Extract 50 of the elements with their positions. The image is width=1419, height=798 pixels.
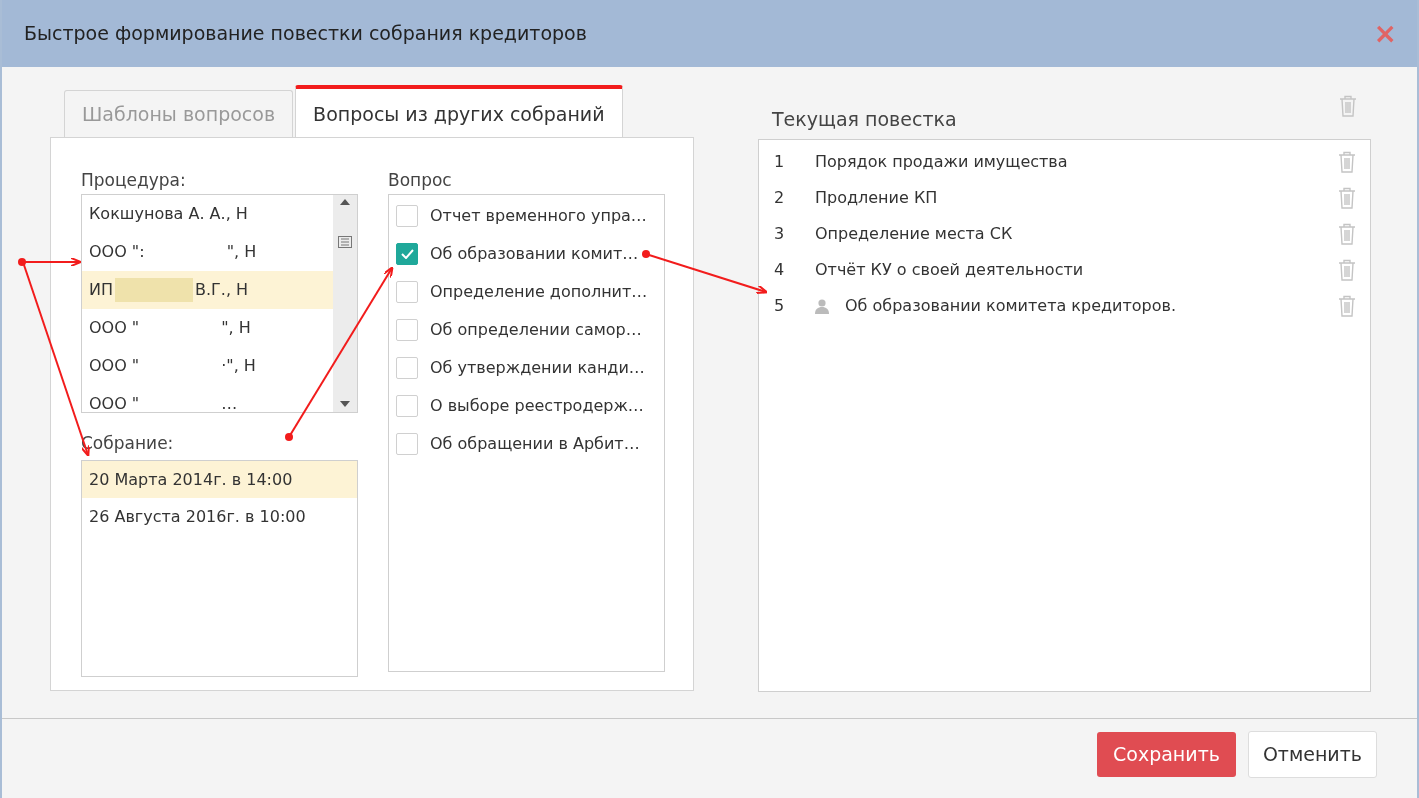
checkbox-label: Определение дополнит… [430,280,648,303]
checkbox[interactable] [396,394,418,417]
item-number: 5 [774,295,786,317]
trash-icon[interactable] [1338,223,1356,245]
list-item[interactable]: 20 Марта 2014г. в 14:00 [82,461,357,498]
trash-icon[interactable] [1338,187,1356,209]
trash-icon[interactable] [1338,151,1356,173]
tab[interactable]: Вопросы из других собраний [295,84,623,137]
agenda-item-text: Отчёт КУ о своей деятельности [815,259,1085,281]
scrollbar[interactable] [333,194,357,412]
scroll-up-arrow-icon[interactable] [340,198,350,205]
item-number: 4 [774,259,786,281]
cancel-button[interactable]: Отменить [1247,731,1377,778]
agenda-item-text: Об образовании комитета кредиторов. [845,295,1178,317]
save-button[interactable]: Сохранить [1097,732,1236,777]
person-icon [815,298,829,314]
window-title: Быстрое формирование повестки собрания кредиторов [24,21,587,47]
checkbox[interactable] [396,356,418,379]
checkbox[interactable] [396,318,418,341]
checkbox-label: Об определении самор… [430,318,642,341]
checkbox[interactable] [396,432,418,455]
scroll-thumb-icon[interactable] [338,236,352,249]
check-icon [400,248,414,259]
field-label: Вопрос [388,169,453,192]
checkbox[interactable] [396,204,418,227]
item-number: 1 [774,151,786,173]
checkbox-label: Об обращении в Арбит… [430,432,640,455]
agenda-item-text: Порядок продажи имущества [815,151,1069,173]
checkbox-label: О выборе реестродерж… [430,394,644,417]
scroll-down-arrow-icon[interactable] [340,401,350,408]
list-item[interactable]: ООО " ·", Н [82,346,333,385]
trash-icon[interactable] [1338,295,1356,317]
list-item[interactable]: ООО " … [82,384,333,423]
list-item[interactable]: 26 Августа 2016г. в 10:00 [82,498,357,535]
list-item[interactable]: ООО ": ", Н [82,232,333,271]
list-item[interactable]: Кокшунова А. А., Н [82,194,333,233]
checkbox-label: Отчет временного упра… [430,204,647,227]
item-number: 2 [774,187,786,209]
list-item[interactable]: ИП В.Г., Н [82,270,333,309]
checkbox[interactable] [396,242,418,265]
agenda-item-text: Определение места СК [815,223,1014,245]
agenda-item-text: Продление КП [815,187,939,209]
checkbox[interactable] [396,280,418,303]
section-title: Текущая повестка [772,106,957,132]
list-item[interactable]: ООО " ", Н [82,308,333,347]
field-label: Процедура: [81,169,187,192]
checkbox-label: Об образовании комит… [430,242,639,265]
checkbox-label: Об утверждении канди… [430,356,645,379]
trash-icon[interactable] [1338,259,1356,281]
item-number: 3 [774,223,786,245]
